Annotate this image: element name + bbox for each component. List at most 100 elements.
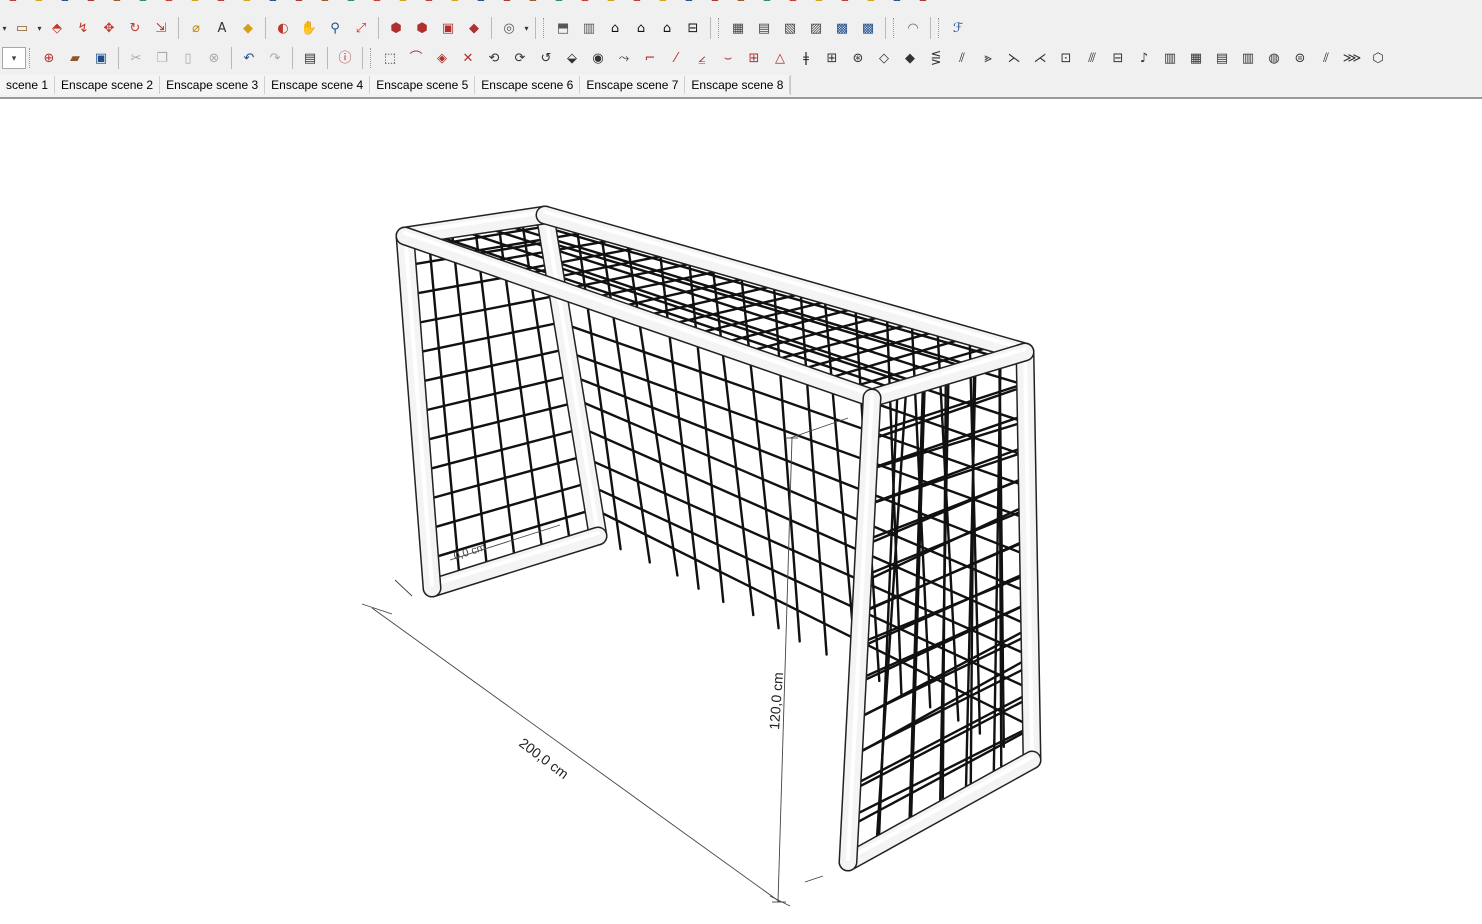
paint-bucket-icon[interactable]: ◆	[237, 17, 259, 39]
sandbox-icon[interactable]: ◠	[902, 17, 924, 39]
tool-18-icon[interactable]: ⊞	[821, 47, 843, 69]
copy-icon[interactable]: ❐	[151, 47, 173, 69]
house-icon[interactable]: ▪	[548, 0, 570, 8]
iso-view-icon[interactable]: ⬒	[552, 17, 574, 39]
toolbar-grip[interactable]	[543, 18, 547, 38]
sun-icon[interactable]: ▪	[470, 0, 492, 8]
warehouse-icon[interactable]: ▪	[678, 0, 700, 8]
layer-select[interactable]: ▾	[2, 47, 26, 69]
tool-35-icon[interactable]: ◍	[1263, 47, 1285, 69]
share-model-icon[interactable]: ⬢	[411, 17, 433, 39]
tool-12-icon[interactable]: ⁄	[665, 47, 687, 69]
pencil-icon[interactable]: ▪	[2, 0, 24, 8]
tool-9-icon[interactable]: ◉	[587, 47, 609, 69]
redo-icon[interactable]: ↷	[264, 47, 286, 69]
user-icon[interactable]: ◎	[498, 17, 520, 39]
toolbar-grip[interactable]	[718, 18, 722, 38]
tool-25-icon[interactable]: ⋋	[1003, 47, 1025, 69]
tool-37-icon[interactable]: ⫽	[1315, 47, 1337, 69]
toolbar-grip[interactable]	[29, 48, 33, 68]
extension-icon[interactable]: ▪	[704, 0, 726, 8]
protractor-icon[interactable]: ▪	[392, 0, 414, 8]
tool-10-icon[interactable]: ⤳	[613, 47, 635, 69]
scale-icon[interactable]: ⇲	[150, 17, 172, 39]
new-file-icon[interactable]: ⊕	[38, 47, 60, 69]
tape-icon[interactable]: ▪	[288, 0, 310, 8]
tool-34-icon[interactable]: ▥	[1237, 47, 1259, 69]
rotate-icon[interactable]: ▪	[158, 0, 180, 8]
extension-icon[interactable]: ▣	[437, 17, 459, 39]
tool-26-icon[interactable]: ⋌	[1029, 47, 1051, 69]
rectangle-icon[interactable]: ▭	[11, 17, 33, 39]
union-icon[interactable]: ▪	[782, 0, 804, 8]
tool-32-icon[interactable]: ▦	[1185, 47, 1207, 69]
orbit-icon[interactable]: ◐	[272, 17, 294, 39]
shaded-icon[interactable]: ▨	[805, 17, 827, 39]
tool-22-icon[interactable]: ⋚	[925, 47, 947, 69]
tool-4-icon[interactable]: ✕	[457, 47, 479, 69]
pan-icon[interactable]: ✋	[298, 17, 320, 39]
line-icon[interactable]: ▪	[210, 0, 232, 8]
tool-13-icon[interactable]: ⦤	[691, 47, 713, 69]
tool-23-icon[interactable]: ⫽	[951, 47, 973, 69]
tool-33-icon[interactable]: ▤	[1211, 47, 1233, 69]
eraser-icon[interactable]: ▪	[80, 0, 102, 8]
save-icon[interactable]: ▣	[90, 47, 112, 69]
solid-icon[interactable]: ▪	[730, 0, 752, 8]
tool-28-icon[interactable]: ⫻	[1081, 47, 1103, 69]
arc-icon[interactable]: ▪	[28, 0, 50, 8]
tool-1-icon[interactable]: ⬚	[379, 47, 401, 69]
top-view-icon[interactable]: ▥	[578, 17, 600, 39]
tool-11-icon[interactable]: ⌐	[639, 47, 661, 69]
left-view-icon[interactable]: ⊟	[682, 17, 704, 39]
tool-38-icon[interactable]: ⋙	[1341, 47, 1363, 69]
erase-icon[interactable]: ⊗	[203, 47, 225, 69]
toolbar-grip[interactable]	[370, 48, 374, 68]
outer-icon[interactable]: ▪	[912, 0, 934, 8]
model-info-icon[interactable]: ⓘ	[334, 47, 356, 69]
tool-30-icon[interactable]: ♪	[1133, 47, 1155, 69]
hidden-line-icon[interactable]: ▧	[779, 17, 801, 39]
select-icon[interactable]: ▪	[106, 0, 128, 8]
tape-measure-icon[interactable]: ⌀	[185, 17, 207, 39]
rect-icon[interactable]: ▪	[236, 0, 258, 8]
tool-19-icon[interactable]: ⊛	[847, 47, 869, 69]
intersect-icon[interactable]: ▪	[756, 0, 778, 8]
wireframe-icon[interactable]: ▤	[753, 17, 775, 39]
tool-20-icon[interactable]: ◇	[873, 47, 895, 69]
follow-me-icon[interactable]: ↯	[72, 17, 94, 39]
dims-icon[interactable]: ▪	[366, 0, 388, 8]
cut-icon[interactable]: ✂	[125, 47, 147, 69]
trim-icon[interactable]: ▪	[834, 0, 856, 8]
rotate-icon[interactable]: ↻	[124, 17, 146, 39]
open-folder-icon[interactable]: ▰	[64, 47, 86, 69]
right-view-icon[interactable]: ⌂	[630, 17, 652, 39]
text-icon[interactable]: A	[211, 17, 233, 39]
front-view-icon[interactable]: ⌂	[604, 17, 626, 39]
tool-5-icon[interactable]: ⟲	[483, 47, 505, 69]
tool-29-icon[interactable]: ⊟	[1107, 47, 1129, 69]
fredo-icon[interactable]: ℱ	[947, 17, 969, 39]
scene-tab[interactable]: Enscape scene 7	[580, 76, 686, 94]
tool-39-icon[interactable]: ⬡	[1367, 47, 1389, 69]
undo-icon[interactable]: ↶	[238, 47, 260, 69]
fog-icon[interactable]: ▪	[600, 0, 622, 8]
scene-tab[interactable]: Enscape scene 4	[265, 76, 371, 94]
zoom-icon[interactable]: ⚲	[324, 17, 346, 39]
tool-31-icon[interactable]: ▥	[1159, 47, 1181, 69]
tool-7-icon[interactable]: ↺	[535, 47, 557, 69]
zoom-extents-icon[interactable]: ⤢	[350, 17, 372, 39]
push-icon[interactable]: ▪	[184, 0, 206, 8]
scene-tab[interactable]: Enscape scene 6	[475, 76, 581, 94]
toolbar-grip[interactable]	[938, 18, 942, 38]
tool-24-icon[interactable]: ⪢	[977, 47, 999, 69]
push-pull-icon[interactable]: ⬘	[46, 17, 68, 39]
axes-icon[interactable]: ▪	[340, 0, 362, 8]
section-icon[interactable]: ▪	[496, 0, 518, 8]
warehouse-icon[interactable]: ⬢	[385, 17, 407, 39]
paste-icon[interactable]: ▯	[177, 47, 199, 69]
model-viewport[interactable]: 200,0 cm 120,0 cm 0,0 cm	[0, 99, 1482, 924]
scene-tab[interactable]: Enscape scene 8	[685, 76, 791, 94]
tool-17-icon[interactable]: ǂ	[795, 47, 817, 69]
paint-icon[interactable]: ▪	[54, 0, 76, 8]
